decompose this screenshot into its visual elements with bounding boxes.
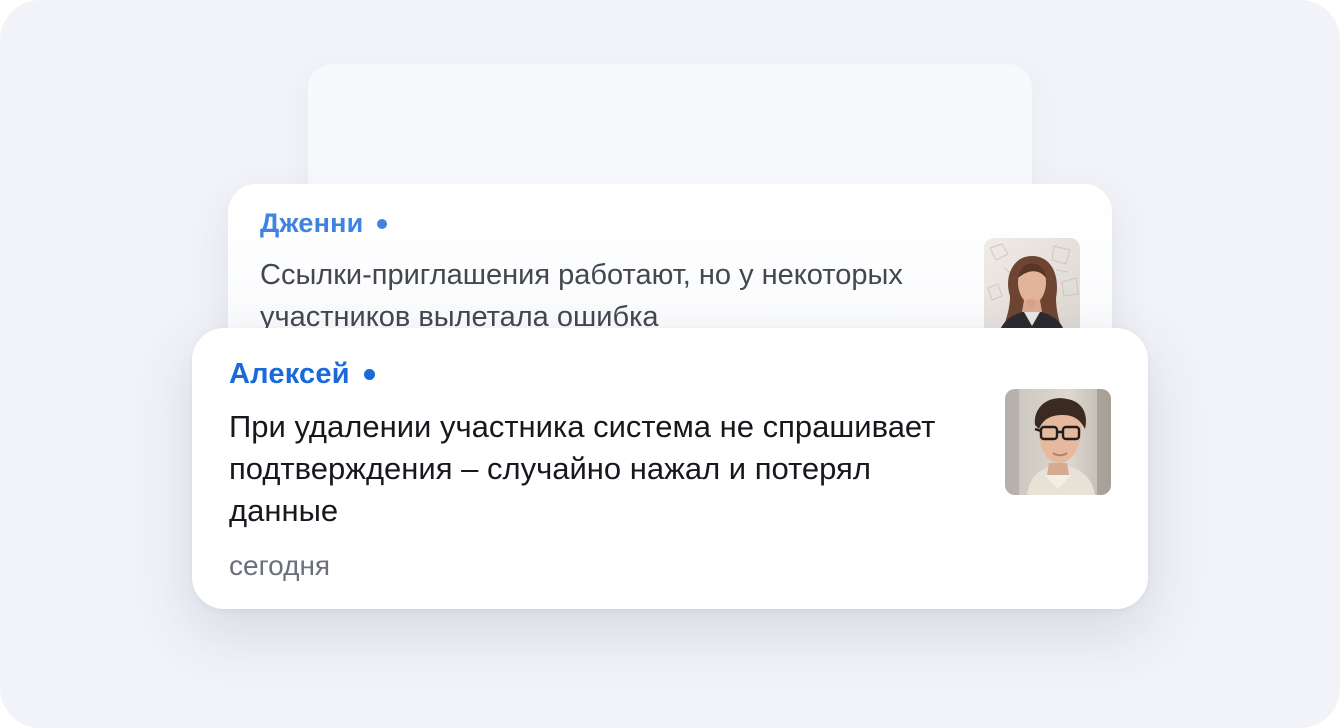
unread-dot-icon xyxy=(363,369,375,380)
message-author-name: Алексей xyxy=(229,358,350,390)
man-with-glasses-photo-avatar-icon xyxy=(1005,389,1111,495)
woman-photo-avatar-icon xyxy=(984,238,1080,338)
notification-stack-canvas: Дженни Ссылки-приглашения работают, но у… xyxy=(0,0,1340,728)
message-author-row: Алексей xyxy=(229,358,375,391)
message-timestamp: сегодня xyxy=(229,550,331,581)
message-text: При удалении участника система не спраши… xyxy=(229,409,936,528)
message-text: Ссылки-приглашения работают, но у некото… xyxy=(260,259,903,333)
message-author-name: Дженни xyxy=(260,208,364,238)
message-card-alexey[interactable]: Алексей При удалении участника система н… xyxy=(192,328,1148,609)
message-author-row: Дженни xyxy=(260,208,388,239)
unread-dot-icon xyxy=(377,218,388,229)
